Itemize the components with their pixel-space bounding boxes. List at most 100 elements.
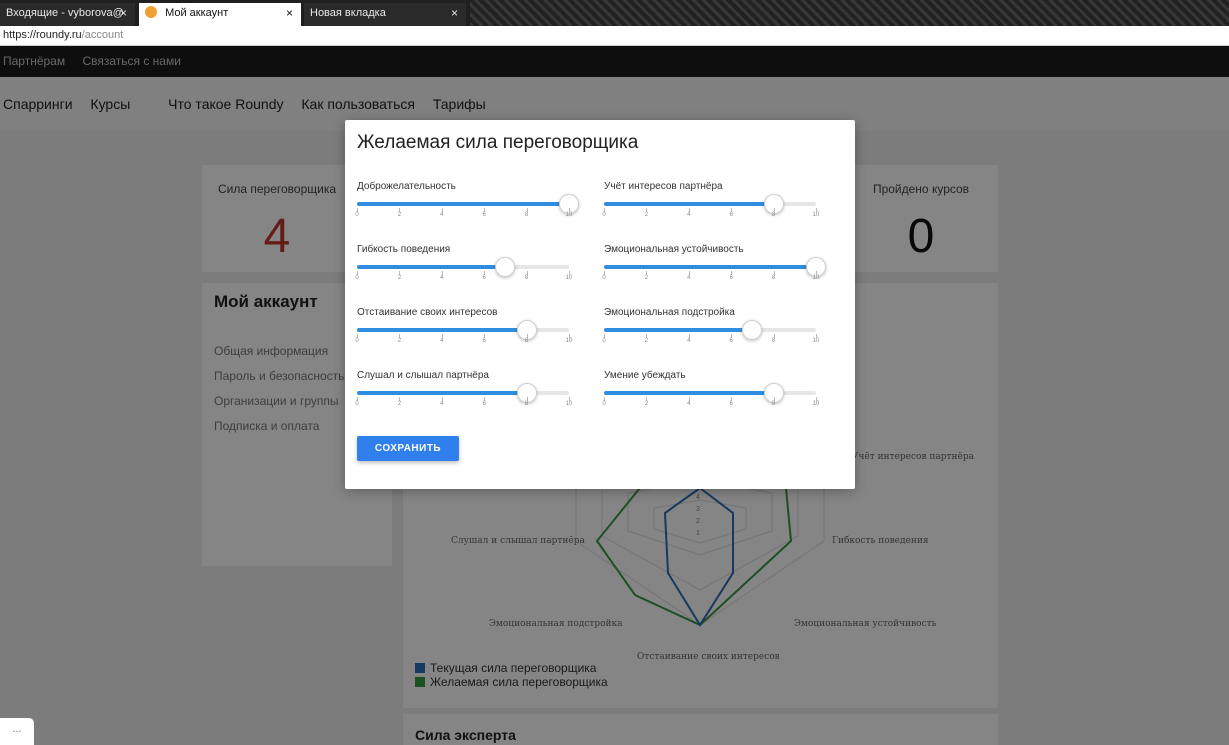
slider-track[interactable] xyxy=(604,320,816,340)
tab-bar-pattern xyxy=(470,0,1229,26)
slider-tick-label: 8 xyxy=(771,275,776,281)
slider-track[interactable] xyxy=(357,194,579,214)
slider-fill xyxy=(604,202,774,206)
slider-ticks: 0 2 4 6 8 10 xyxy=(602,271,819,285)
slider-track[interactable] xyxy=(604,194,816,214)
slider-tick-label: 10 xyxy=(565,338,573,344)
address-bar[interactable]: https://roundy.ru/account xyxy=(0,26,1229,46)
slider-tick-label: 2 xyxy=(644,212,649,218)
slider-fill xyxy=(357,391,527,395)
tab-new[interactable]: Новая вкладка × xyxy=(304,3,466,26)
browser-tab-bar: Входящие - vyborova@ × Мой аккаунт × Нов… xyxy=(0,0,1229,26)
slider-tick-label: 10 xyxy=(565,401,573,407)
slider-tick-label: 10 xyxy=(812,275,820,281)
slider-tick-label: 4 xyxy=(440,212,444,218)
slider-ticks: 0 2 4 6 8 10 xyxy=(355,208,572,222)
slider-tick-label: 0 xyxy=(355,401,359,407)
slider-track[interactable] xyxy=(357,257,569,277)
slider-tick-label: 2 xyxy=(644,275,649,281)
slider-tick-label: 2 xyxy=(644,401,649,407)
close-icon[interactable]: × xyxy=(286,3,293,24)
slider-flexibility[interactable]: Гибкость поведения 0 2 4 6 8 10 xyxy=(355,244,573,292)
slider-tick-label: 8 xyxy=(771,212,776,218)
slider-assertion[interactable]: Отстаивание своих интересов 0 2 4 6 8 10 xyxy=(355,307,573,355)
slider-fill xyxy=(357,265,506,269)
slider-label: Эмоциональная подстройка xyxy=(604,307,735,318)
slider-tick-label: 4 xyxy=(440,401,444,407)
slider-tick-label: 0 xyxy=(602,401,606,407)
desired-strength-modal: Желаемая сила переговорщика Доброжелател… xyxy=(345,120,855,489)
slider-tick-label: 2 xyxy=(397,401,402,407)
tab-inbox[interactable]: Входящие - vyborova@ × xyxy=(0,3,135,26)
slider-goodwill[interactable]: Доброжелательность 0 2 4 6 8 10 xyxy=(355,181,579,229)
save-button[interactable]: СОХРАНИТЬ xyxy=(357,436,459,461)
slider-label: Умение убеждать xyxy=(604,370,686,381)
tab-new-title: Новая вкладка xyxy=(310,7,386,19)
tab-my-account[interactable]: Мой аккаунт × xyxy=(139,3,301,26)
slider-tick-label: 2 xyxy=(397,275,402,281)
tab-inbox-title: Входящие - vyborova@ xyxy=(6,7,124,19)
slider-tick-label: 8 xyxy=(524,338,529,344)
slider-tick-label: 10 xyxy=(812,401,820,407)
slider-tick-label: 0 xyxy=(355,212,359,218)
url-path: /account xyxy=(81,29,124,41)
slider-partner-interests[interactable]: Учёт интересов партнёра 0 2 4 6 8 10 xyxy=(602,181,820,229)
slider-tick-label: 4 xyxy=(687,275,691,281)
slider-tick-label: 0 xyxy=(355,275,359,281)
slider-tick-label: 6 xyxy=(729,212,733,218)
slider-tick-label: 8 xyxy=(771,338,776,344)
slider-track[interactable] xyxy=(604,383,816,403)
slider-tick-label: 10 xyxy=(812,212,820,218)
close-icon[interactable]: × xyxy=(120,3,127,24)
slider-persuasion[interactable]: Умение убеждать 0 2 4 6 8 10 xyxy=(602,370,820,418)
site-favicon-icon xyxy=(145,6,157,18)
slider-tick-label: 4 xyxy=(687,401,691,407)
slider-emotional-stability[interactable]: Эмоциональная устойчивость 0 2 4 6 8 10 xyxy=(602,244,826,292)
slider-tick-label: 8 xyxy=(524,275,529,281)
slider-listening[interactable]: Слушал и слышал партнёра 0 2 4 6 8 10 xyxy=(355,370,573,418)
slider-tick-label: 8 xyxy=(771,401,776,407)
slider-tick-label: 6 xyxy=(482,401,486,407)
slider-tick-label: 0 xyxy=(602,338,606,344)
slider-tick-label: 0 xyxy=(602,212,606,218)
slider-track[interactable] xyxy=(357,383,569,403)
slider-label: Эмоциональная устойчивость xyxy=(604,244,744,255)
slider-label: Учёт интересов партнёра xyxy=(604,181,723,192)
slider-tick-label: 6 xyxy=(482,275,486,281)
tab-my-account-title: Мой аккаунт xyxy=(165,7,229,19)
slider-tick-label: 4 xyxy=(687,338,691,344)
slider-ticks: 0 2 4 6 8 10 xyxy=(355,271,572,285)
slider-tick-label: 0 xyxy=(355,338,359,344)
slider-tick-label: 6 xyxy=(482,212,486,218)
slider-ticks: 0 2 4 6 8 10 xyxy=(602,397,819,411)
slider-fill xyxy=(357,202,569,206)
url-host: https://roundy.ru xyxy=(3,29,82,41)
slider-tick-label: 2 xyxy=(397,212,402,218)
slider-label: Отстаивание своих интересов xyxy=(357,307,498,318)
slider-ticks: 0 2 4 6 8 10 xyxy=(355,334,572,348)
slider-emotional-adjustment[interactable]: Эмоциональная подстройка 0 2 4 6 8 10 xyxy=(602,307,820,355)
more-dots-icon[interactable]: ... xyxy=(0,718,34,745)
slider-tick-label: 6 xyxy=(482,338,486,344)
slider-tick-label: 4 xyxy=(687,212,691,218)
slider-fill xyxy=(604,328,753,332)
slider-label: Гибкость поведения xyxy=(357,244,451,255)
slider-tick-label: 4 xyxy=(440,275,444,281)
slider-tick-label: 4 xyxy=(440,338,444,344)
slider-tick-label: 6 xyxy=(729,275,733,281)
slider-ticks: 0 2 4 6 8 10 xyxy=(602,208,819,222)
slider-tick-label: 6 xyxy=(729,338,733,344)
slider-ticks: 0 2 4 6 8 10 xyxy=(355,397,572,411)
slider-label: Доброжелательность xyxy=(357,181,456,192)
slider-tick-label: 10 xyxy=(565,275,573,281)
slider-track[interactable] xyxy=(604,257,826,277)
slider-track[interactable] xyxy=(357,320,569,340)
slider-tick-label: 10 xyxy=(812,338,820,344)
close-icon[interactable]: × xyxy=(451,3,458,24)
slider-label: Слушал и слышал партнёра xyxy=(357,370,489,381)
slider-fill xyxy=(604,391,774,395)
slider-fill xyxy=(604,265,816,269)
slider-ticks: 0 2 4 6 8 10 xyxy=(602,334,819,348)
slider-tick-label: 2 xyxy=(644,338,649,344)
slider-tick-label: 8 xyxy=(524,401,529,407)
